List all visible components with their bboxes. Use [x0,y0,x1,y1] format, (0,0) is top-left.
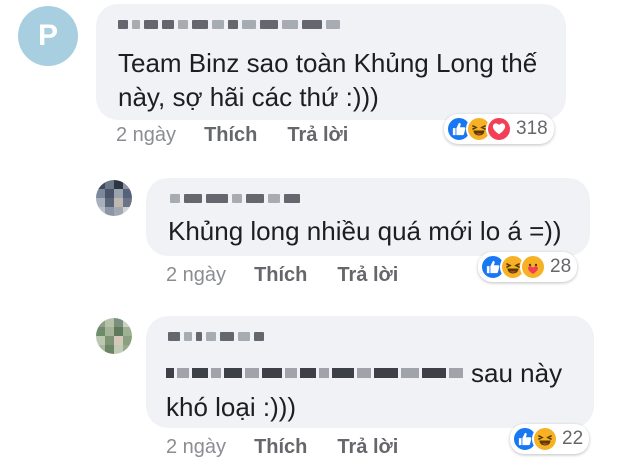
comment-text-line-1: Khủng long nhiều quá mới lo á =)) [168,216,562,246]
avatar-letter[interactable]: P [18,6,78,66]
reaction-count: 28 [550,256,572,277]
comment-bubble: Team Binz sao toàn Khủng Long thế này, s… [96,4,566,120]
comment-bubble: Khủng long nhiều quá mới lo á =)) [146,178,590,256]
comment-meta: 2 ngày Thích Trả lời [166,264,398,287]
reaction-count: 22 [562,428,584,449]
reply-button[interactable]: Trả lời [287,124,348,147]
comment-text-line-1: sau này [166,356,562,390]
comment-text-line-2: khó loại :))) [166,392,297,422]
avatar-pixelated[interactable] [96,318,132,354]
haha-icon [532,426,558,452]
love-icon [486,116,512,142]
commenter-name-redacted[interactable] [170,190,300,206]
redacted-text [166,368,463,378]
like-button[interactable]: Thích [254,436,307,459]
comment-meta: 2 ngày Thích Trả lời [116,124,348,147]
commenter-name-redacted[interactable] [118,16,340,32]
reaction-summary[interactable]: 22 [510,424,590,454]
like-button[interactable]: Thích [204,124,257,147]
reaction-count: 318 [516,118,548,139]
commenter-name-redacted[interactable] [168,328,264,344]
comment-time[interactable]: 2 ngày [166,436,226,459]
avatar-pixelated[interactable] [96,180,132,216]
care-icon [520,254,546,280]
reply-button[interactable]: Trả lời [337,436,398,459]
avatar-initial: P [37,19,58,52]
comment-text-tail: sau này [471,358,563,388]
comment-bubble: sau này khó loại :))) [146,316,594,428]
comment-text-line-1: Team Binz sao toàn Khủng Long thế [118,48,538,78]
reply-button[interactable]: Trả lời [337,264,398,287]
reaction-summary[interactable]: 28 [478,252,578,282]
comment-meta: 2 ngày Thích Trả lời [166,436,398,459]
comment-time[interactable]: 2 ngày [166,264,226,287]
comment-time[interactable]: 2 ngày [116,124,176,147]
comment-text-line-2: này, sợ hãi các thứ :))) [118,82,379,112]
reaction-summary[interactable]: 318 [444,114,554,144]
like-button[interactable]: Thích [254,264,307,287]
